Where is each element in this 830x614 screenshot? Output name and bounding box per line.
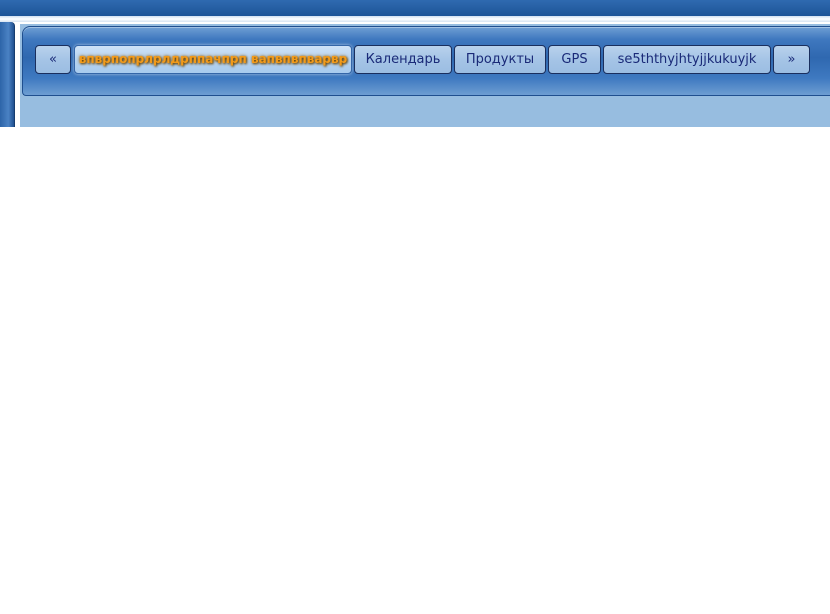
nav-tab-item-1[interactable]: впврпопрлрлдрппачпрп вапвпвпварвр: [74, 45, 352, 74]
nav-next-button[interactable]: »: [773, 45, 810, 74]
nav-tab-calendar[interactable]: Календарь: [354, 45, 452, 74]
nav-tab-item-5[interactable]: se5ththyjhtyjjkukuyjk: [603, 45, 771, 74]
left-sidebar-edge: [0, 22, 15, 127]
nav-tab-products[interactable]: Продукты: [454, 45, 546, 74]
nav-prev-button[interactable]: «: [35, 45, 71, 74]
nav-tab-gps[interactable]: GPS: [548, 45, 601, 74]
top-header-bar: [0, 0, 830, 16]
header-divider: [0, 16, 830, 22]
